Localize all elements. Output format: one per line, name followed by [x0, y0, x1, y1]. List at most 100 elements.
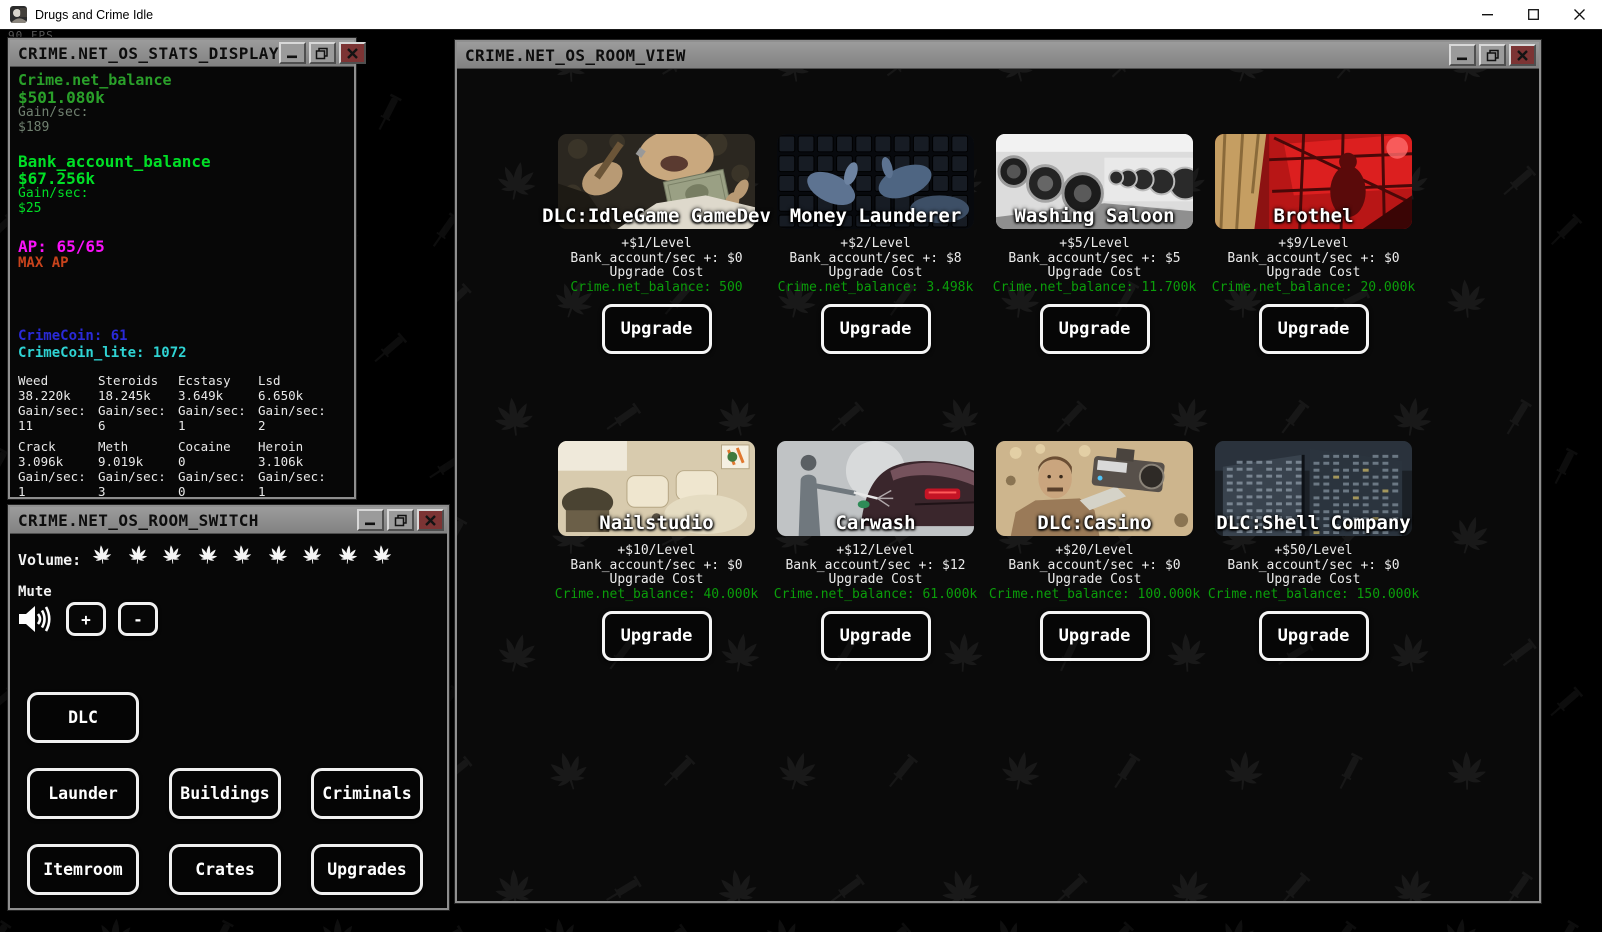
stats-restore-button[interactable] [309, 42, 336, 64]
card-title: Money Launderer [790, 205, 962, 227]
view-close-button[interactable] [1509, 44, 1536, 66]
building-card: Brothel +$9/Level Bank_account/sec +: $0… [1215, 134, 1412, 354]
nav-button-launder[interactable]: Launder [27, 768, 139, 819]
crime-net-balance-label: Crime.net_balance [18, 72, 346, 89]
card-upgrade-cost-value: Crime.net_balance: 11.700k [993, 281, 1197, 296]
stats-minimize-button[interactable] [279, 42, 306, 64]
drug-stat: Steroids 18.245k Gain/sec: 6 [98, 373, 178, 433]
card-title: DLC:Casino [1037, 512, 1151, 534]
upgrade-button[interactable]: Upgrade [602, 304, 712, 354]
card-bank-per-sec: Bank_account/sec +: $0 [1227, 559, 1399, 574]
room-switch-titlebar[interactable]: CRIME.NET_OS_ROOM_SWITCH [10, 507, 447, 534]
upgrade-button[interactable]: Upgrade [821, 611, 931, 661]
close-icon [1573, 8, 1586, 21]
upgrade-button[interactable]: Upgrade [602, 611, 712, 661]
upgrade-button[interactable]: Upgrade [1040, 304, 1150, 354]
drug-stat: Cocaine 0 Gain/sec: 0 [178, 439, 258, 497]
card-upgrade-cost-label: Upgrade Cost [1267, 573, 1361, 588]
card-upgrade-cost-value: Crime.net_balance: 3.498k [778, 281, 974, 296]
drug-name: Heroin [258, 439, 338, 454]
app-maximize-button[interactable] [1510, 0, 1556, 30]
crime-net-gain-label: Gain/sec: [18, 106, 346, 121]
card-upgrade-cost-label: Upgrade Cost [829, 573, 923, 588]
card-per-level: +$10/Level [617, 544, 695, 559]
room-switch-title: CRIME.NET_OS_ROOM_SWITCH [18, 511, 259, 530]
building-card: DLC:Casino +$20/Level Bank_account/sec +… [996, 441, 1193, 661]
app-titlebar[interactable]: Drugs and Crime Idle [0, 0, 1602, 30]
drug-grid: Weed 38.220k Gain/sec: 11 Steroids 18.24… [18, 373, 346, 497]
app-close-button[interactable] [1556, 0, 1602, 30]
volume-down-button[interactable]: - [118, 602, 158, 636]
card-per-level: +$9/Level [1278, 237, 1348, 252]
stats-window-titlebar[interactable]: CRIME.NET_OS_STATS_DISPLAY [10, 40, 354, 67]
switch-restore-button[interactable] [387, 509, 414, 531]
cannabis-leaf-icon [225, 541, 259, 579]
bank-gain-label: Gain/sec: [18, 187, 346, 202]
volume-level-indicator [87, 543, 402, 578]
app-minimize-button[interactable] [1464, 0, 1510, 30]
nav-button-buildings[interactable]: Buildings [169, 768, 281, 819]
restore-icon [1486, 49, 1500, 62]
card-title: Washing Saloon [1014, 205, 1174, 227]
building-card: Carwash +$12/Level Bank_account/sec +: $… [777, 441, 974, 661]
nav-button-itemroom[interactable]: Itemroom [27, 844, 139, 895]
volume-up-button[interactable]: + [66, 602, 106, 636]
view-restore-button[interactable] [1479, 44, 1506, 66]
drug-gain-label: Gain/sec: [18, 403, 98, 418]
drug-gain-value: 2 [258, 418, 338, 433]
cannabis-leaf-icon [260, 541, 294, 579]
upgrade-button[interactable]: Upgrade [1259, 611, 1369, 661]
upgrade-button[interactable]: Upgrade [1040, 611, 1150, 661]
drug-stat: Weed 38.220k Gain/sec: 11 [18, 373, 98, 433]
drug-amount: 3.096k [18, 454, 98, 469]
card-upgrade-cost-label: Upgrade Cost [610, 573, 704, 588]
restore-icon [394, 514, 408, 527]
bank-balance-label: Bank_account_balance [18, 153, 346, 170]
room-view-titlebar[interactable]: CRIME.NET_OS_ROOM_VIEW [457, 42, 1539, 69]
crime-net-balance-value: $501.080k [18, 89, 346, 106]
stats-close-button[interactable] [339, 42, 366, 64]
card-title: Nailstudio [599, 512, 713, 534]
upgrade-button[interactable]: Upgrade [821, 304, 931, 354]
drug-gain-label: Gain/sec: [258, 403, 338, 418]
card-upgrade-cost-value: Crime.net_balance: 100.000k [989, 588, 1200, 603]
drug-name: Crack [18, 439, 98, 454]
drug-stat: Lsd 6.650k Gain/sec: 2 [258, 373, 338, 433]
crimecoin-counter: CrimeCoin: 61 [18, 328, 346, 345]
nav-button-crates[interactable]: Crates [169, 844, 281, 895]
card-upgrade-cost-value: Crime.net_balance: 61.000k [774, 588, 978, 603]
room-switch-window: CRIME.NET_OS_ROOM_SWITCH Volume: Mute + … [8, 505, 449, 910]
drug-gain-label: Gain/sec: [178, 403, 258, 418]
speaker-icon[interactable] [18, 604, 54, 634]
drug-stat: Meth 9.019k Gain/sec: 3 [98, 439, 178, 497]
nav-button-dlc[interactable]: DLC [27, 692, 139, 743]
max-ap-label: MAX AP [18, 256, 346, 271]
view-minimize-button[interactable] [1449, 44, 1476, 66]
card-per-level: +$5/Level [1059, 237, 1129, 252]
card-bank-per-sec: Bank_account/sec +: $0 [570, 559, 742, 574]
card-bank-per-sec: Bank_account/sec +: $0 [570, 252, 742, 267]
building-card: Nailstudio +$10/Level Bank_account/sec +… [558, 441, 755, 661]
building-card: Money Launderer +$2/Level Bank_account/s… [777, 134, 974, 354]
card-per-level: +$50/Level [1274, 544, 1352, 559]
nav-button-upgrades[interactable]: Upgrades [311, 844, 423, 895]
upgrade-button[interactable]: Upgrade [1259, 304, 1369, 354]
cannabis-leaf-icon [190, 541, 224, 579]
drug-amount: 3.106k [258, 454, 338, 469]
card-per-level: +$20/Level [1055, 544, 1133, 559]
drug-amount: 9.019k [98, 454, 178, 469]
room-view-title: CRIME.NET_OS_ROOM_VIEW [465, 46, 686, 65]
drug-name: Meth [98, 439, 178, 454]
building-card-grid: DLC:IdleGame GameDev +$1/Level Bank_acco… [558, 134, 1412, 661]
drug-stat: Ecstasy 3.649k Gain/sec: 1 [178, 373, 258, 433]
building-card: Washing Saloon +$5/Level Bank_account/se… [996, 134, 1193, 354]
card-title: DLC:IdleGame GameDev [542, 205, 771, 227]
switch-minimize-button[interactable] [357, 509, 384, 531]
nav-button-criminals[interactable]: Criminals [311, 768, 423, 819]
app-title: Drugs and Crime Idle [35, 8, 153, 22]
card-upgrade-cost-label: Upgrade Cost [1267, 266, 1361, 281]
drug-gain-label: Gain/sec: [258, 469, 338, 484]
volume-label: Volume: [18, 551, 81, 569]
switch-close-button[interactable] [417, 509, 444, 531]
card-per-level: +$12/Level [836, 544, 914, 559]
